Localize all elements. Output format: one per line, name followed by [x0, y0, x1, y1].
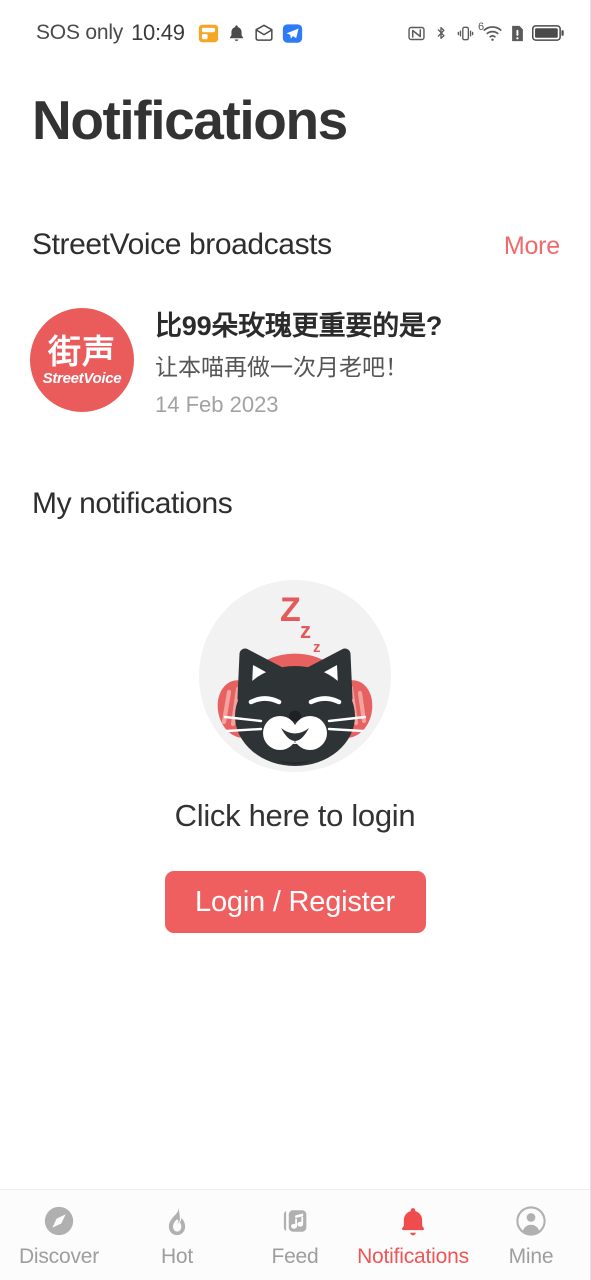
streetvoice-logo-avatar: 街声 StreetVoice: [30, 308, 134, 412]
broadcast-list-item[interactable]: 街声 StreetVoice 比99朵玫瑰更重要的是? 让本喵再做一次月老吧！ …: [30, 308, 560, 418]
sleep-letter-medium: z: [300, 618, 311, 643]
nav-label-mine: Mine: [508, 1245, 554, 1268]
login-prompt-text: Click here to login: [174, 798, 416, 833]
nav-item-discover[interactable]: Discover: [0, 1190, 118, 1280]
my-notifications-section-title: My notifications: [32, 487, 233, 520]
login-register-button[interactable]: Login / Register: [164, 871, 426, 933]
sleep-letter-large: Z: [280, 591, 301, 629]
nfc-icon: [407, 24, 426, 43]
nav-label-notifications: Notifications: [357, 1245, 469, 1268]
bell-notification-icon: [227, 23, 246, 43]
broadcasts-section-header: StreetVoice broadcasts More: [32, 228, 560, 262]
broadcast-text-block: 比99朵玫瑰更重要的是? 让本喵再做一次月老吧！ 14 Feb 2023: [155, 308, 442, 418]
broadcast-title: 比99朵玫瑰更重要的是?: [155, 311, 443, 341]
flame-icon: [160, 1203, 194, 1239]
broadcasts-more-link[interactable]: More: [504, 232, 560, 261]
music-card-icon: [278, 1203, 312, 1239]
nav-item-notifications[interactable]: Notifications: [354, 1190, 472, 1280]
nav-label-discover: Discover: [18, 1245, 100, 1268]
status-clock: 10:49: [131, 20, 185, 45]
calendar-app-icon: [198, 23, 219, 44]
empty-state: Z z z Click here to login Login / Regist…: [0, 576, 590, 933]
battery-icon: [532, 24, 564, 42]
nav-item-feed[interactable]: Feed: [236, 1190, 354, 1280]
page-title: Notifications: [32, 89, 348, 151]
status-bar-left: SOS only 10:49: [36, 20, 303, 46]
status-bar-system-icons: 6: [407, 22, 564, 43]
compass-icon: [42, 1203, 76, 1239]
sleep-letter-small: z: [313, 639, 321, 656]
my-notifications-section-header: My notifications: [32, 487, 560, 521]
bell-icon: [396, 1203, 430, 1239]
status-bar: SOS only 10:49 6: [0, 0, 590, 66]
status-bar-app-icons: [198, 23, 303, 44]
user-circle-icon: [514, 1203, 548, 1239]
broadcasts-section-title: StreetVoice broadcasts: [32, 228, 332, 261]
messenger-app-icon: [282, 23, 303, 44]
nav-item-hot[interactable]: Hot: [118, 1190, 236, 1280]
nav-label-hot: Hot: [160, 1245, 194, 1268]
nav-label-feed: Feed: [271, 1245, 319, 1268]
sleeping-cat-illustration: Z z z: [195, 576, 395, 776]
carrier-label: SOS only: [36, 21, 124, 44]
wifi-generation-badge: 6: [478, 21, 485, 33]
nav-item-mine[interactable]: Mine: [472, 1190, 590, 1280]
mail-envelope-icon: [254, 23, 274, 43]
wifi-icon: 6: [478, 22, 503, 42]
app-screen: SOS only 10:49 6 Notifications StreetVoi…: [0, 0, 591, 1280]
sim-alert-icon: [510, 24, 525, 43]
broadcast-date: 14 Feb 2023: [155, 391, 279, 417]
streetvoice-logo-en-text: StreetVoice: [42, 369, 122, 387]
bluetooth-icon: [433, 23, 449, 43]
vibrate-mode-icon: [456, 24, 475, 43]
broadcast-subtitle: 让本喵再做一次月老吧！: [155, 353, 408, 380]
bottom-navigation-bar: Discover Hot Feed Notifications Mine: [0, 1189, 590, 1280]
streetvoice-logo-cn-text: 街声: [48, 332, 116, 370]
